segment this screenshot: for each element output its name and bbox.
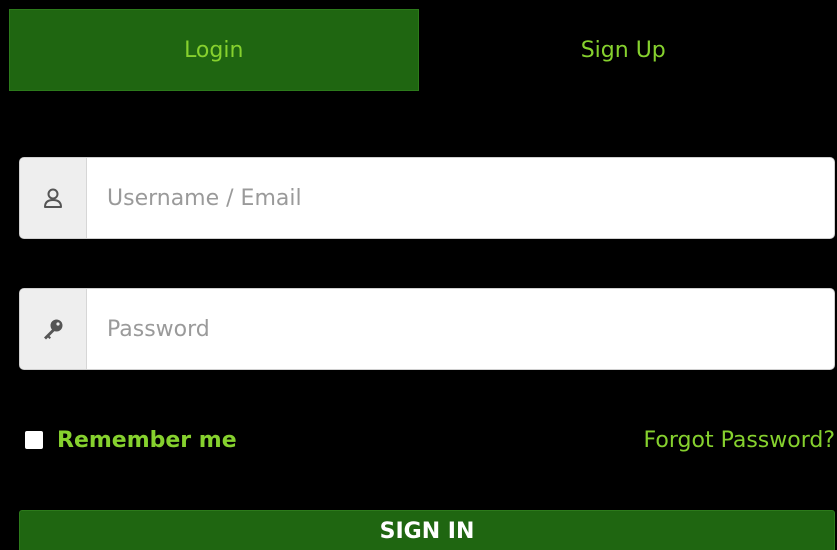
tab-sign-up-label: Sign Up [580, 37, 666, 63]
login-page: Login Sign Up Remember me Forgot Passwor [0, 0, 837, 550]
key-icon [44, 319, 63, 340]
password-input[interactable] [87, 289, 834, 369]
password-addon [20, 289, 87, 369]
sign-in-button-label: SIGN IN [379, 519, 475, 544]
password-field [19, 288, 835, 370]
username-field [19, 157, 835, 239]
tab-login-label: Login [184, 37, 244, 63]
user-icon [44, 188, 62, 208]
tab-login[interactable]: Login [9, 9, 419, 91]
username-input[interactable] [87, 158, 834, 238]
remember-me: Remember me [25, 424, 237, 456]
auth-tabs: Login Sign Up [9, 9, 828, 91]
sign-in-button[interactable]: SIGN IN [19, 510, 835, 550]
username-addon [20, 158, 87, 238]
remember-me-checkbox[interactable] [25, 431, 43, 449]
tab-sign-up[interactable]: Sign Up [419, 9, 829, 91]
remember-me-label[interactable]: Remember me [57, 428, 237, 453]
forgot-password-link[interactable]: Forgot Password? [644, 428, 835, 453]
